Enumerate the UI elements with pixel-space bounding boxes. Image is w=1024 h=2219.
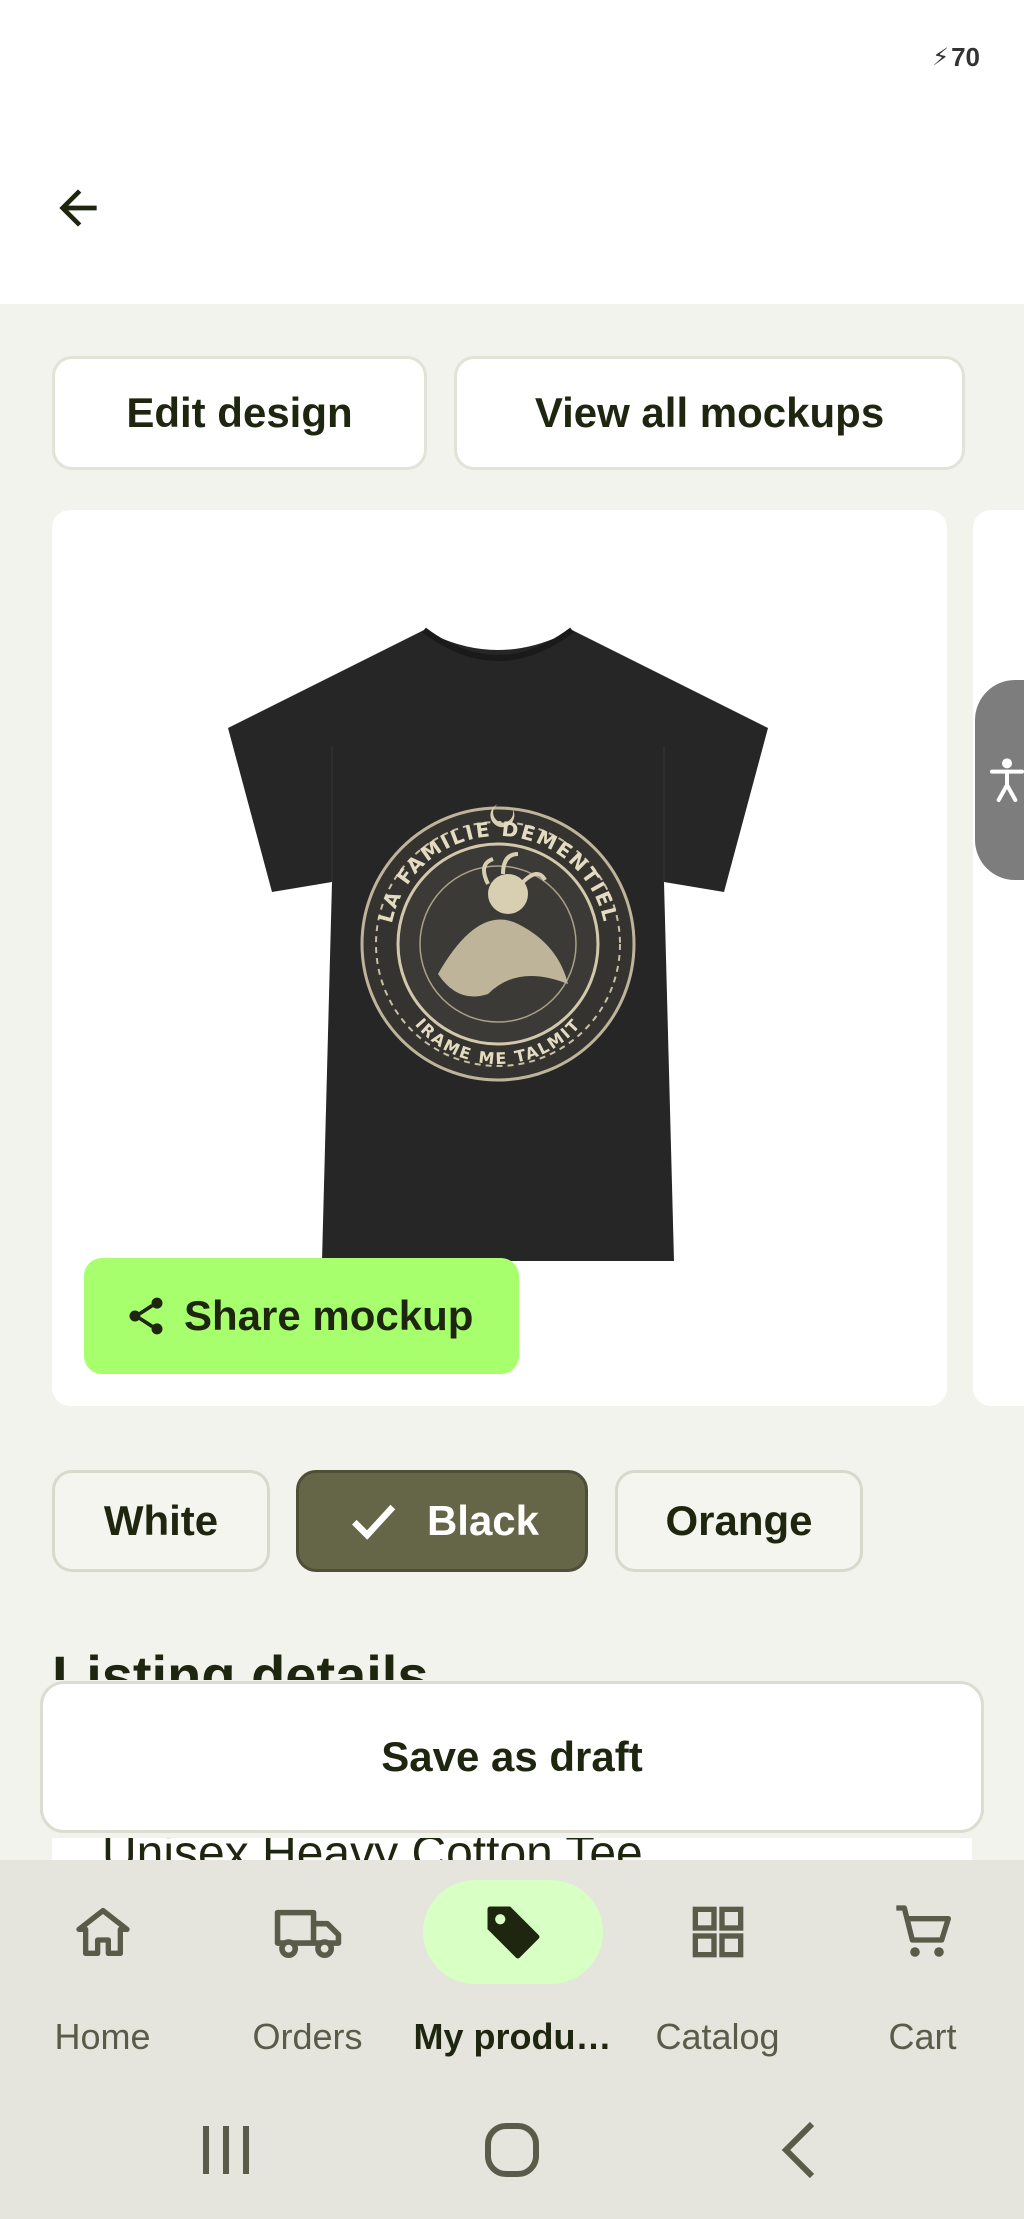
bottom-navigation: Home Orders My produ… Catalog Cart: [0, 1860, 1024, 2085]
shirt-print-graphic: [360, 804, 636, 1082]
recent-apps-button[interactable]: [176, 2115, 276, 2185]
battery-level: 70: [951, 42, 980, 72]
arrow-left-icon: [59, 189, 97, 227]
chevron-left-icon: [781, 2121, 815, 2179]
color-chip-black[interactable]: Black: [296, 1470, 588, 1572]
status-bar: ⚡ 70: [0, 0, 1024, 120]
app-bar: [0, 120, 1024, 304]
nav-label-cart: Cart: [888, 2016, 957, 2057]
next-mockup-card-peek[interactable]: [973, 510, 1024, 1406]
tshirt-mockup-image: LA FAMILIE DEMENTIEL IRAME ME TALMIT: [228, 627, 768, 1261]
nav-label-catalog: Catalog: [655, 2016, 780, 2057]
view-all-mockups-button[interactable]: View all mockups: [454, 356, 965, 470]
edit-design-button[interactable]: Edit design: [52, 356, 427, 470]
save-as-draft-button[interactable]: Save as draft: [40, 1681, 984, 1833]
nav-label-home: Home: [54, 2016, 151, 2057]
grid-icon: [692, 1906, 743, 1958]
battery-indicator: ⚡ 70: [932, 42, 980, 73]
product-title-field[interactable]: Unisex Heavy Cotton Tee: [52, 1838, 972, 1862]
truck-icon: [274, 1909, 341, 1959]
listing-details-heading: Listing details: [52, 1644, 429, 1680]
back-button[interactable]: [40, 170, 116, 246]
accessibility-button[interactable]: [975, 680, 1024, 880]
nav-item-orders[interactable]: Orders: [205, 1860, 410, 2085]
mockup-card[interactable]: LA FAMILIE DEMENTIEL IRAME ME TALMIT Sha…: [52, 510, 947, 1406]
home-icon: [75, 1908, 130, 1956]
system-back-button[interactable]: [748, 2115, 848, 2185]
product-title-value: Unisex Heavy Cotton Tee: [102, 1838, 643, 1862]
system-navigation-bar: [0, 2085, 1024, 2219]
recent-apps-icon: [203, 2126, 249, 2174]
nav-label-my-products: My produ…: [413, 2016, 612, 2057]
color-chip-black-label: Black: [426, 1497, 540, 1544]
cart-icon: [895, 1905, 951, 1957]
nav-label-orders: Orders: [252, 2016, 363, 2057]
share-mockup-button[interactable]: Share mockup: [84, 1258, 519, 1374]
home-circle-icon: [485, 2123, 539, 2177]
color-chip-white[interactable]: White: [52, 1470, 270, 1572]
checkmark-icon: [351, 1504, 396, 1540]
nav-item-catalog[interactable]: Catalog: [615, 1860, 820, 2085]
charging-icon: ⚡: [932, 44, 950, 71]
nav-item-cart[interactable]: Cart: [820, 1860, 1024, 2085]
color-chip-orange[interactable]: Orange: [615, 1470, 863, 1572]
accessibility-icon: [990, 758, 1024, 802]
share-mockup-label: Share mockup: [184, 1292, 474, 1339]
share-icon: [129, 1297, 163, 1335]
home-system-button[interactable]: [462, 2115, 562, 2185]
nav-item-my-products[interactable]: My produ…: [410, 1860, 615, 2085]
tag-icon: [487, 1906, 539, 1959]
nav-item-home[interactable]: Home: [0, 1860, 205, 2085]
